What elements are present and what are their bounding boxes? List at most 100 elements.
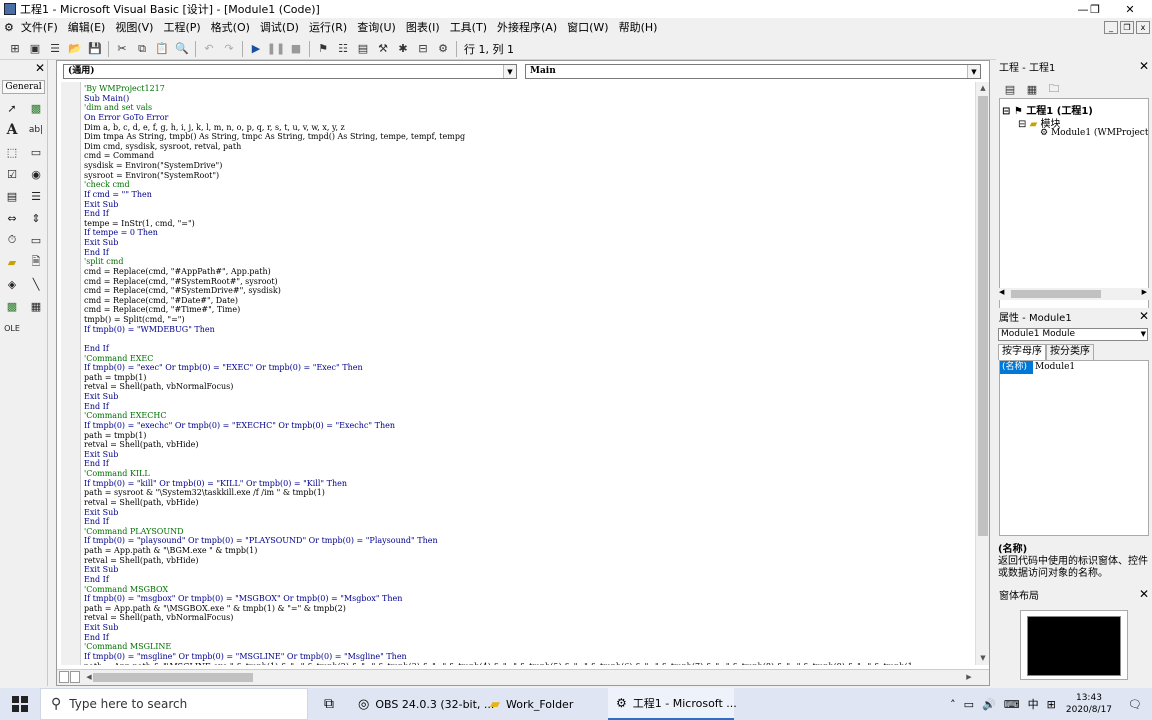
code-line[interactable]: 'Command EXEC [84,354,913,364]
data-tool-icon[interactable]: ▦ [26,296,46,316]
code-line[interactable]: sysroot = Environ("SystemRoot") [84,171,913,181]
vb-menu-icon[interactable]: ⚙ [0,18,16,38]
properties-close-button[interactable]: ✕ [1139,309,1149,323]
taskbar-app-vb[interactable]: ⚙ 工程1 - Microsoft ... [608,688,737,720]
add-form-icon[interactable]: ▣ [26,40,44,58]
scroll-right-icon[interactable]: ▶ [963,671,975,684]
code-line[interactable]: Exit Sub [84,508,913,518]
undo-icon[interactable]: ↶ [200,40,218,58]
line-tool-icon[interactable]: ╲ [26,274,46,294]
code-line[interactable]: Exit Sub [84,450,913,460]
save-icon[interactable]: 💾 [86,40,104,58]
code-line[interactable]: If cmd = "" Then [84,190,913,200]
code-line[interactable]: 'Command EXECHC [84,411,913,421]
shape-tool-icon[interactable]: ◈ [2,274,22,294]
code-line[interactable]: 'Command KILL [84,469,913,479]
code-line[interactable]: If tempe = 0 Then [84,228,913,238]
menu-format[interactable]: 格式(O) [206,18,255,38]
code-line[interactable]: If tmpb(0) = "kill" Or tmpb(0) = "KILL" … [84,479,913,489]
textbox-tool-icon[interactable]: ab| [26,120,46,140]
ole-tool-icon[interactable]: OLE [2,318,22,338]
project-tree-scrollbar[interactable]: ◀ ▶ [999,288,1149,300]
mdi-close-button[interactable]: x [1136,21,1150,34]
code-line[interactable]: path = sysroot & "\System32\taskkill.exe… [84,488,913,498]
close-button[interactable]: ✕ [1108,0,1152,18]
taskbar-search-box[interactable]: ⚲ Type here to search [40,688,308,720]
ime-mode-label[interactable]: 中 [1024,688,1043,720]
ime-options-icon[interactable]: ⊞ [1043,688,1060,720]
project-explorer-close-button[interactable]: ✕ [1139,59,1149,73]
vscrollbar-tool-icon[interactable]: ⇕ [26,208,46,228]
toolbox-general-tab[interactable]: General [2,80,45,94]
code-text[interactable]: 'By WMProject1217 Sub Main()'dim and set … [84,84,913,665]
picturebox-tool-icon[interactable]: ▩ [26,98,46,118]
component-manager-icon[interactable]: ⚙ [434,40,452,58]
code-line[interactable]: tmpb() = Split(cmd, "=") [84,315,913,325]
property-value[interactable]: Module1 [1033,361,1075,374]
combobox-tool-icon[interactable]: ▤ [2,186,22,206]
toggle-folders-icon[interactable]: 🗀 [1045,80,1063,98]
form-layout-close-button[interactable]: ✕ [1139,587,1149,601]
view-code-icon[interactable]: ▤ [1001,80,1019,98]
task-view-icon[interactable]: ⧉ [308,688,350,720]
tab-alphabetic[interactable]: 按字母序 [998,344,1046,360]
code-editor[interactable]: 'By WMProject1217 Sub Main()'dim and set … [61,82,975,665]
toolbox-close-button[interactable]: ✕ [35,61,45,75]
paste-icon[interactable]: 📋 [153,40,171,58]
redo-icon[interactable]: ↷ [220,40,238,58]
menu-window[interactable]: 窗口(W) [562,18,613,38]
menu-file[interactable]: 文件(F) [16,18,63,38]
project-tree-scroll-thumb[interactable] [1011,290,1101,298]
commandbutton-tool-icon[interactable]: ▭ [26,142,46,162]
toolbox-icon[interactable]: ✱ [394,40,412,58]
full-module-view-button[interactable] [70,671,80,683]
drivelistbox-tool-icon[interactable]: ▭ [26,230,46,250]
menu-query[interactable]: 查询(U) [352,18,401,38]
code-line[interactable]: If tmpb(0) = "exec" Or tmpb(0) = "EXEC" … [84,363,913,373]
data-view-icon[interactable]: ⊟ [414,40,432,58]
code-line[interactable]: 'dim and set vals [84,103,913,113]
chevron-up-icon[interactable]: ˄ [946,688,960,720]
run-icon[interactable]: ▶ [247,40,265,58]
code-line[interactable]: Dim a, b, c, d, e, f, g, h, i, j, k, l, … [84,123,913,133]
image-tool-icon[interactable]: ▩ [2,296,22,316]
code-line[interactable] [84,334,913,344]
chevron-down-icon[interactable]: ▼ [967,65,980,78]
scroll-up-icon[interactable]: ▲ [976,82,990,95]
code-line[interactable]: 'Command PLAYSOUND [84,527,913,537]
menu-run[interactable]: 运行(R) [304,18,352,38]
code-line[interactable]: cmd = Replace(cmd, "#SystemRoot#", sysro… [84,277,913,287]
menu-diagram[interactable]: 图表(I) [401,18,445,38]
open-icon[interactable]: 📂 [66,40,84,58]
taskbar-clock[interactable]: 13:43 2020/8/17 [1066,692,1112,716]
code-line[interactable]: Exit Sub [84,623,913,633]
mdi-minimize-button[interactable]: _ [1104,21,1118,34]
procedure-view-button[interactable] [59,671,69,683]
mdi-restore-button[interactable]: ❐ [1120,21,1134,34]
code-line[interactable]: Exit Sub [84,392,913,402]
menu-tools[interactable]: 工具(T) [445,18,492,38]
code-line[interactable]: End If [84,402,913,412]
checkbox-tool-icon[interactable]: ☑ [2,164,22,184]
object-browser-icon[interactable]: ⚒ [374,40,392,58]
menu-view[interactable]: 视图(V) [110,18,158,38]
tree-item-module1[interactable]: ⚙ Module1 (WMProject [1040,128,1148,138]
code-line[interactable]: Dim tmpa As String, tmpb() As String, tm… [84,132,913,142]
menu-addins[interactable]: 外接程序(A) [492,18,562,38]
code-line[interactable]: cmd = Replace(cmd, "#Date#", Date) [84,296,913,306]
code-line[interactable]: retval = Shell(path, vbHide) [84,498,913,508]
find-icon[interactable]: 🔍 [173,40,191,58]
code-line[interactable]: End If [84,248,913,258]
menu-editor-icon[interactable]: ☰ [46,40,64,58]
code-line[interactable]: cmd = Command [84,151,913,161]
code-line[interactable]: path = App.path & "\MSGBOX.exe " & tmpb(… [84,604,913,614]
menu-project[interactable]: 工程(P) [158,18,205,38]
notification-icon[interactable]: 🗨 [1118,688,1152,720]
code-line[interactable]: Sub Main() [84,94,913,104]
properties-icon[interactable]: ☷ [334,40,352,58]
vertical-scroll-thumb[interactable] [978,96,988,536]
copy-icon[interactable]: ⧉ [133,40,151,58]
project-explorer-icon[interactable]: ⚑ [314,40,332,58]
code-line[interactable]: 'check cmd [84,180,913,190]
code-line[interactable]: End If [84,633,913,643]
